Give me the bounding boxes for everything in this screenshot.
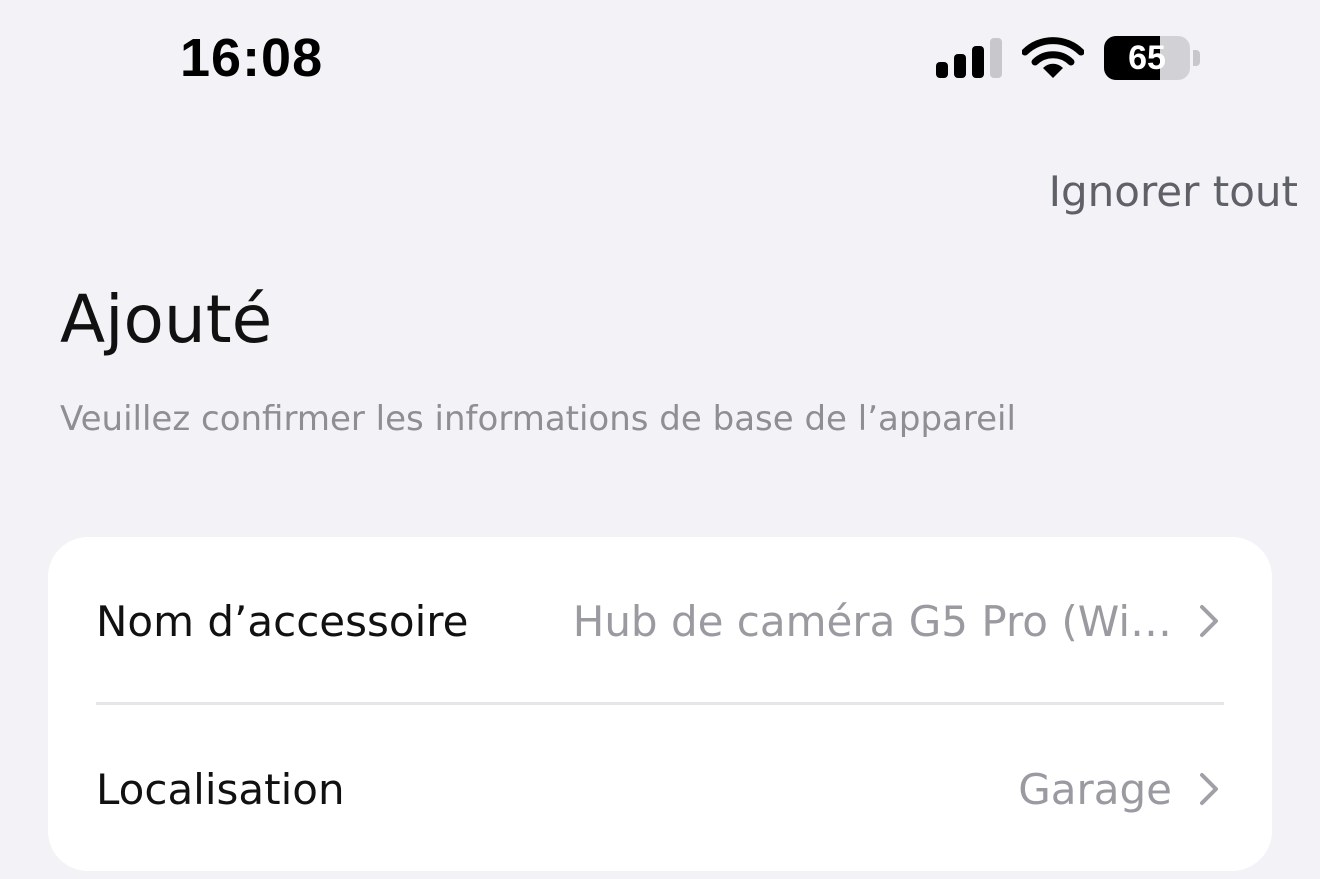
location-row[interactable]: Localisation Garage — [96, 741, 1224, 837]
chevron-right-icon — [1200, 773, 1218, 805]
row-divider — [96, 702, 1224, 705]
page-subtitle: Veuillez confirmer les informations de b… — [60, 399, 1016, 439]
ignore-all-button[interactable]: Ignorer tout — [1049, 164, 1298, 220]
status-time: 16:08 — [180, 28, 324, 88]
accessory-name-row[interactable]: Nom d’accessoire Hub de caméra G5 Pro (W… — [96, 573, 1224, 669]
location-label: Localisation — [96, 764, 345, 814]
battery-icon: 65 — [1104, 36, 1200, 80]
wifi-icon — [1022, 37, 1084, 78]
accessory-name-value: Hub de caméra G5 Pro (Wi… — [572, 596, 1172, 646]
chevron-right-icon — [1200, 605, 1218, 637]
location-value: Garage — [1018, 764, 1172, 814]
page-title: Ajouté — [60, 281, 273, 358]
status-bar: 16:08 65 — [0, 0, 1320, 120]
accessory-name-label: Nom d’accessoire — [96, 596, 469, 646]
settings-card: Nom d’accessoire Hub de caméra G5 Pro (W… — [48, 537, 1272, 871]
signal-icon — [936, 38, 1002, 78]
battery-percent: 65 — [1128, 39, 1166, 77]
